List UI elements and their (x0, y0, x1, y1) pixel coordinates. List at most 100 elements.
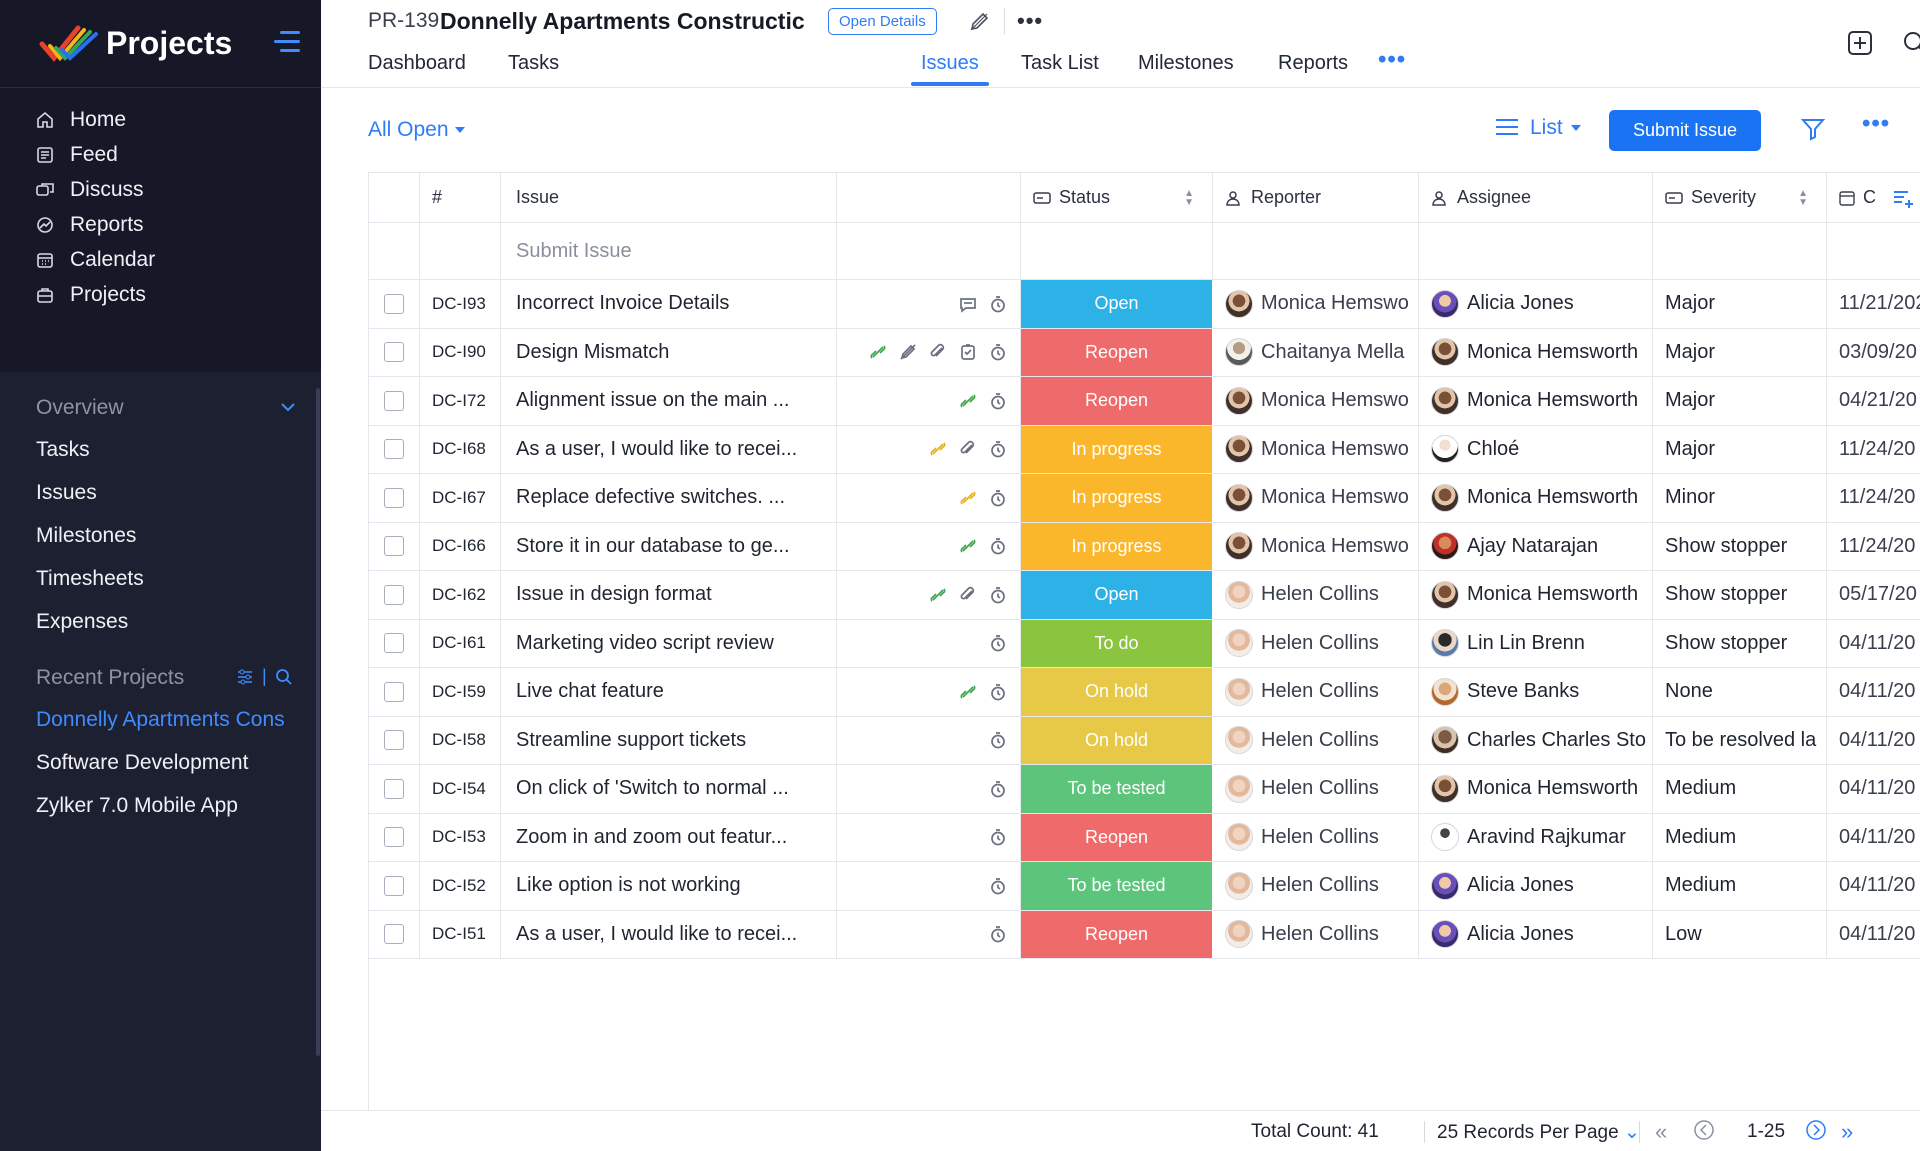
assignee-cell[interactable]: Monica Hemsworth (1419, 377, 1653, 425)
overview-section-title[interactable]: Overview (36, 396, 124, 420)
timer-icon[interactable] (988, 779, 1008, 799)
link-icon[interactable] (958, 391, 978, 411)
column-header-reporter[interactable]: Reporter (1213, 173, 1419, 222)
reporter-cell[interactable]: Chaitanya Mella (1213, 329, 1419, 377)
add-icon[interactable] (1845, 28, 1877, 60)
filter-icon[interactable] (1800, 116, 1826, 142)
status-badge[interactable]: Reopen (1021, 814, 1213, 862)
row-checkbox[interactable] (384, 391, 404, 411)
row-checkbox[interactable] (384, 779, 404, 799)
status-badge[interactable]: Reopen (1021, 329, 1213, 377)
severity-cell[interactable]: Show stopper (1653, 523, 1827, 571)
row-checkbox[interactable] (384, 827, 404, 847)
sidebar-scrollbar[interactable] (316, 388, 320, 1056)
status-badge[interactable]: Open (1021, 571, 1213, 619)
reporter-cell[interactable]: Monica Hemswo (1213, 523, 1419, 571)
timer-icon[interactable] (988, 391, 1008, 411)
issue-title[interactable]: Store it in our database to ge... (501, 523, 837, 571)
column-header-status[interactable]: Status ▲▼ (1021, 173, 1213, 222)
table-row[interactable]: DC-I66Store it in our database to ge...I… (369, 523, 1920, 572)
timer-icon[interactable] (988, 294, 1008, 314)
submit-issue-button[interactable]: Submit Issue (1609, 110, 1761, 151)
more-options-icon[interactable]: ••• (1862, 110, 1890, 138)
status-badge[interactable]: In progress (1021, 523, 1213, 571)
timer-icon[interactable] (988, 488, 1008, 508)
reporter-cell[interactable]: Helen Collins (1213, 668, 1419, 716)
recent-project-item[interactable]: Software Development (36, 751, 248, 775)
row-checkbox[interactable] (384, 536, 404, 556)
issue-id[interactable]: DC-I67 (420, 474, 501, 522)
assignee-cell[interactable]: Monica Hemsworth (1419, 474, 1653, 522)
assignee-cell[interactable]: Chloé (1419, 426, 1653, 474)
last-page-icon[interactable]: » (1841, 1119, 1853, 1145)
overview-item-timesheets[interactable]: Timesheets (36, 567, 144, 591)
issue-title[interactable]: Design Mismatch (501, 329, 837, 377)
more-options-icon[interactable]: ••• (1017, 8, 1043, 34)
reporter-cell[interactable]: Monica Hemswo (1213, 426, 1419, 474)
records-per-page-dropdown[interactable]: 25 Records Per Page ⌄ (1437, 1121, 1640, 1144)
issue-id[interactable]: DC-I53 (420, 814, 501, 862)
first-page-icon[interactable]: « (1655, 1119, 1667, 1145)
reporter-cell[interactable]: Helen Collins (1213, 620, 1419, 668)
severity-cell[interactable]: Medium (1653, 814, 1827, 862)
nav-item-home[interactable]: Home (34, 102, 126, 138)
issue-id[interactable]: DC-I61 (420, 620, 501, 668)
issue-id[interactable]: DC-I51 (420, 911, 501, 959)
timer-icon[interactable] (988, 342, 1008, 362)
overview-item-milestones[interactable]: Milestones (36, 524, 136, 548)
reporter-cell[interactable]: Helen Collins (1213, 765, 1419, 813)
column-header-id[interactable]: # (420, 173, 501, 222)
severity-cell[interactable]: Major (1653, 377, 1827, 425)
assignee-cell[interactable]: Steve Banks (1419, 668, 1653, 716)
table-row[interactable]: DC-I58Streamline support ticketsOn holdH… (369, 717, 1920, 766)
issue-title[interactable]: Live chat feature (501, 668, 837, 716)
status-badge[interactable]: On hold (1021, 717, 1213, 765)
severity-cell[interactable]: Low (1653, 911, 1827, 959)
next-page-icon[interactable] (1805, 1119, 1827, 1147)
attachment-icon[interactable] (958, 439, 978, 459)
column-header-assignee[interactable]: Assignee (1419, 173, 1653, 222)
issue-id[interactable]: DC-I68 (420, 426, 501, 474)
issue-title[interactable]: Marketing video script review (501, 620, 837, 668)
reporter-cell[interactable]: Helen Collins (1213, 717, 1419, 765)
overview-item-tasks[interactable]: Tasks (36, 438, 90, 462)
severity-cell[interactable]: Medium (1653, 765, 1827, 813)
assignee-cell[interactable]: Alicia Jones (1419, 280, 1653, 328)
severity-cell[interactable]: Major (1653, 280, 1827, 328)
row-checkbox[interactable] (384, 730, 404, 750)
issue-title[interactable]: Replace defective switches. ... (501, 474, 837, 522)
assignee-cell[interactable]: Monica Hemsworth (1419, 765, 1653, 813)
edit-icon[interactable] (967, 10, 991, 34)
table-row[interactable]: DC-I90Design Mismatch ReopenChaitanya Mel… (369, 329, 1920, 378)
issue-id[interactable]: DC-I59 (420, 668, 501, 716)
assignee-cell[interactable]: Monica Hemsworth (1419, 329, 1653, 377)
issue-id[interactable]: DC-I90 (420, 329, 501, 377)
table-row[interactable]: DC-I93Incorrect Invoice DetailsOpenMonic… (369, 280, 1920, 329)
issue-id[interactable]: DC-I54 (420, 765, 501, 813)
reporter-cell[interactable]: Helen Collins (1213, 911, 1419, 959)
add-column-icon[interactable] (1891, 187, 1915, 211)
issue-title[interactable]: Like option is not working (501, 862, 837, 910)
status-badge[interactable]: Reopen (1021, 377, 1213, 425)
tab-task-list[interactable]: Task List (1021, 52, 1099, 88)
nav-item-projects[interactable]: Projects (34, 277, 146, 313)
status-badge[interactable]: To be tested (1021, 765, 1213, 813)
previous-page-icon[interactable] (1693, 1119, 1715, 1147)
sort-icon[interactable]: ▲▼ (1798, 189, 1808, 207)
table-row[interactable]: DC-I61Marketing video script reviewTo do… (369, 620, 1920, 669)
column-header-issue[interactable]: Issue (501, 173, 837, 222)
table-row[interactable]: DC-I62Issue in design formatOpenHelen Co… (369, 571, 1920, 620)
severity-cell[interactable]: Major (1653, 426, 1827, 474)
attachment-icon[interactable] (958, 585, 978, 605)
table-row[interactable]: DC-I68As a user, I would like to recei..… (369, 426, 1920, 475)
timer-icon[interactable] (988, 730, 1008, 750)
status-badge[interactable]: Reopen (1021, 911, 1213, 959)
filter-settings-icon[interactable] (236, 668, 254, 686)
tab-reports[interactable]: Reports (1278, 52, 1348, 88)
status-badge[interactable]: In progress (1021, 426, 1213, 474)
link-icon[interactable] (928, 585, 948, 605)
timer-icon[interactable] (988, 827, 1008, 847)
table-row[interactable]: DC-I53Zoom in and zoom out featur...Reop… (369, 814, 1920, 863)
overview-item-expenses[interactable]: Expenses (36, 610, 128, 634)
row-checkbox[interactable] (384, 294, 404, 314)
